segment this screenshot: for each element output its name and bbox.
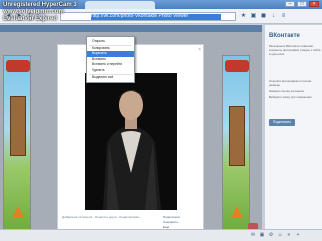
close-button[interactable]: ×: [309, 1, 319, 7]
vk-header: [0, 25, 262, 32]
sidebar-title: ВКонтакте: [269, 33, 300, 39]
tower-illustration: [10, 96, 26, 156]
menu-item-select-all[interactable]: Выделить всё: [87, 75, 134, 81]
portrait-illustration: [85, 73, 177, 210]
user-icon[interactable]: ☺: [277, 232, 283, 239]
context-menu: Открыть Копировать Вырезать Вставить Вст…: [86, 36, 135, 83]
save-icon[interactable]: ◼: [260, 12, 267, 20]
menu-icon[interactable]: ≡: [280, 12, 287, 20]
sidebar-description: Расширение ВКонтакте позволяет сохранять…: [269, 44, 321, 56]
arrow-icon: [231, 206, 243, 218]
window-controls: – □ ×: [285, 1, 319, 7]
status-icons: ✉ ▣ ⚙ ☺ ≡ +: [250, 232, 301, 239]
extension-sidebar: ВКонтакте Расширение ВКонтакте позволяет…: [264, 25, 322, 237]
tower-illustration: [229, 106, 245, 166]
vk-icon[interactable]: ▣: [259, 232, 265, 239]
list-icon[interactable]: ≡: [286, 232, 292, 239]
vk-icon[interactable]: ▣: [250, 12, 257, 20]
list-item: Откройте фотографию в полном размере: [269, 79, 312, 87]
arrow-icon: [12, 206, 24, 218]
recorder-watermark: Unregistered HyperCam 3 www.solveigmm.co…: [3, 2, 77, 22]
mail-icon[interactable]: ✉: [250, 232, 256, 239]
ad-banner-right[interactable]: [222, 55, 250, 240]
photo-actions: Поделиться Сохранить Ещё: [163, 215, 180, 230]
settings-icon[interactable]: ⚙: [268, 232, 274, 239]
photo-meta: Добавлена 12 апреля · Отметить друга · Р…: [62, 215, 141, 219]
plus-icon[interactable]: +: [295, 232, 301, 239]
sidebar-list: Откройте фотографию в полном размере Наж…: [269, 79, 321, 101]
extension-icons: ★ ▣ ◼ ↓ ≡: [240, 12, 287, 20]
photo-image[interactable]: [85, 73, 177, 210]
url-text: http://vk.com/photo-Vkontakte Photo View…: [91, 13, 189, 19]
status-bar: ✉ ▣ ⚙ ☺ ≡ +: [0, 229, 322, 241]
minimize-button[interactable]: –: [285, 1, 295, 7]
list-item: Нажмите кнопку на панели: [269, 89, 304, 93]
connect-button[interactable]: Подключить: [269, 119, 295, 126]
browser-tab[interactable]: [85, 1, 155, 9]
ad-logo: [6, 60, 30, 72]
star-icon[interactable]: ★: [240, 12, 247, 20]
download-icon[interactable]: ↓: [270, 12, 277, 20]
ad-logo: [225, 60, 249, 72]
list-item: Выберите папку для сохранения: [269, 95, 312, 99]
ad-banner-left[interactable]: [3, 55, 31, 240]
maximize-button[interactable]: □: [297, 1, 307, 7]
url-input[interactable]: http://vk.com/photo-Vkontakte Photo View…: [60, 12, 236, 21]
close-icon[interactable]: ×: [198, 47, 201, 53]
